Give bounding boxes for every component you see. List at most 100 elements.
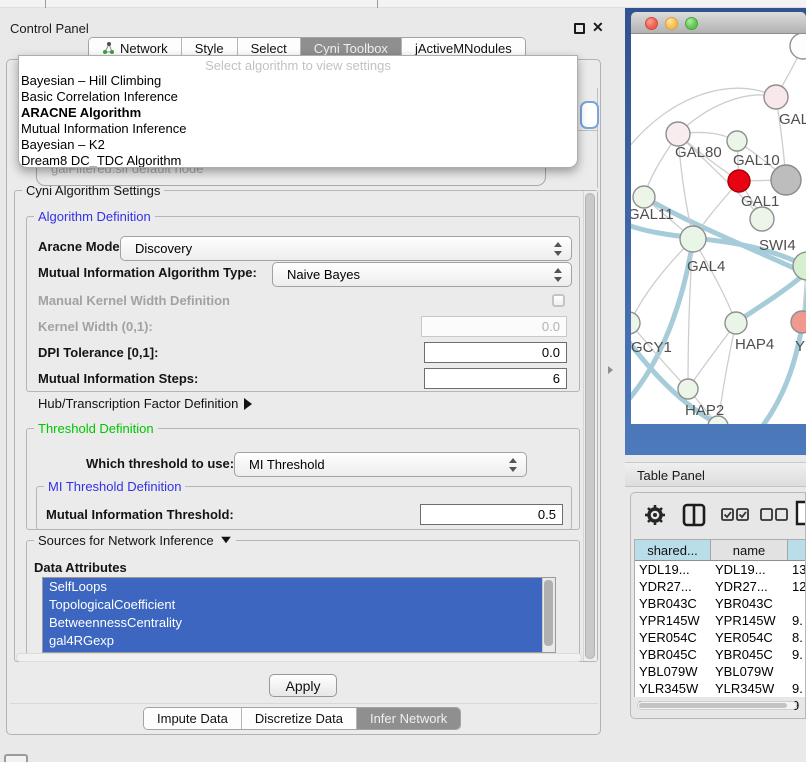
manual-kernel-checkbox[interactable] <box>552 294 565 307</box>
attribute-list-scrollbar[interactable] <box>542 578 555 652</box>
table-cell: YBL079W <box>635 663 711 680</box>
network-node[interactable] <box>728 170 750 192</box>
gear-icon[interactable] <box>644 503 666 527</box>
algorithm-option[interactable]: Bayesian – Hill Climbing <box>19 73 577 89</box>
algorithm-dropdown-popup: Select algorithm to view settings Bayesi… <box>18 55 578 168</box>
tab-impute-data[interactable]: Impute Data <box>144 708 242 729</box>
table-cell: 9. <box>788 646 806 663</box>
table-row[interactable]: YDR27...YDR27...12 <box>635 578 806 595</box>
hidden-focused-combo-fragment <box>580 101 599 129</box>
tab-infer-network[interactable]: Infer Network <box>357 708 460 729</box>
minimize-traffic-light[interactable] <box>665 17 678 30</box>
table-cell: YDR27... <box>711 578 788 595</box>
network-edge[interactable] <box>678 95 776 134</box>
network-graph[interactable]: GALGAL80GAL10GAL1GAL11GAL4SWI4GCY1HAP4YH… <box>631 34 806 424</box>
table-row[interactable]: YBL079WYBL079W <box>635 663 806 680</box>
table-cell: YER054C <box>711 629 788 646</box>
table-cell: YBR043C <box>635 595 711 612</box>
tab-label: jActiveMNodules <box>415 41 512 56</box>
table-cell: YPR145W <box>635 612 711 629</box>
spinner-arrows-icon <box>554 268 562 282</box>
algorithm-option[interactable]: Bayesian – K2 <box>19 137 577 153</box>
network-node-gal80[interactable] <box>666 122 690 146</box>
table-horizontal-scrollbar[interactable] <box>637 701 797 710</box>
cyni-mode-tabs: Impute DataDiscretize DataInfer Network <box>143 707 461 730</box>
horizontal-scrollbar[interactable] <box>16 653 582 662</box>
settings-scrollbar-thumb[interactable] <box>585 193 595 659</box>
table-row[interactable]: YER054CYER054C8. <box>635 629 806 646</box>
algorithm-option[interactable]: ARACNE Algorithm <box>19 105 577 121</box>
apply-button[interactable]: Apply <box>269 674 337 697</box>
tab-label: Network <box>120 41 168 56</box>
attribute-item[interactable]: SelfLoops <box>43 578 544 596</box>
hub-definition-expander[interactable]: Hub/Transcription Factor Definition <box>38 396 252 411</box>
dpi-tolerance-field[interactable]: 0.0 <box>424 342 567 363</box>
splitter-handle-icon[interactable] <box>608 366 613 374</box>
table-row[interactable]: YDL19...YDL19...13 <box>635 561 806 578</box>
node-label: GAL10 <box>733 152 780 169</box>
network-canvas[interactable]: GALGAL80GAL10GAL1GAL11GAL4SWI4GCY1HAP4YH… <box>631 34 806 424</box>
mi-steps-field[interactable]: 6 <box>424 368 567 389</box>
zoom-traffic-light[interactable] <box>685 17 698 30</box>
network-node-hap4[interactable] <box>725 312 747 334</box>
column-header[interactable]: name <box>711 540 788 561</box>
column-header[interactable]: shared... <box>635 540 711 561</box>
network-node[interactable] <box>771 165 801 195</box>
mi-threshold-label: Mutual Information Threshold: <box>46 507 234 522</box>
network-node-gcy1[interactable] <box>631 312 640 334</box>
which-threshold-combobox[interactable]: MI Threshold <box>234 452 527 477</box>
aracne-mode-combobox[interactable]: Discovery <box>120 236 572 261</box>
node-label: GAL4 <box>687 258 725 275</box>
table-panel-window: shared...name YDL19...YDL19...13YDR27...… <box>630 492 806 719</box>
network-node-gal10[interactable] <box>727 131 747 151</box>
network-node-gal4[interactable] <box>680 226 706 252</box>
network-node-hap2[interactable] <box>678 379 698 399</box>
network-node-y[interactable] <box>791 311 806 333</box>
network-node-gal11[interactable] <box>633 186 655 208</box>
algorithm-option[interactable]: Basic Correlation Inference <box>19 89 577 105</box>
toolbar-divider <box>377 0 378 8</box>
table-horizontal-scrollbar-thumb[interactable] <box>639 703 787 708</box>
table-header-row: shared...name <box>635 540 806 561</box>
network-window-titlebar[interactable] <box>631 12 806 34</box>
network-node[interactable] <box>790 34 806 59</box>
data-attributes-list[interactable]: SelfLoopsTopologicalCoefficientBetweenne… <box>42 577 556 653</box>
split-columns-icon[interactable] <box>682 503 706 527</box>
sources-group-title[interactable]: Sources for Network Inference <box>34 533 236 548</box>
mi-threshold-field[interactable]: 0.5 <box>420 504 563 525</box>
table-body: YDL19...YDL19...13YDR27...YDR27...12YBR0… <box>635 561 806 714</box>
network-node-swi4[interactable] <box>793 252 806 280</box>
algorithm-definition-title: Algorithm Definition <box>34 209 155 224</box>
close-traffic-light[interactable] <box>645 17 658 30</box>
mi-algorithm-type-combobox[interactable]: Naive Bayes <box>272 262 572 287</box>
node-table[interactable]: shared...name YDL19...YDL19...13YDR27...… <box>634 539 806 697</box>
network-view-window: GALGAL80GAL10GAL1GAL11GAL4SWI4GCY1HAP4YH… <box>625 8 806 455</box>
attribute-list-scrollbar-thumb[interactable] <box>544 580 553 646</box>
table-cell: YBR045C <box>711 646 788 663</box>
taskbar-icon[interactable] <box>4 754 28 762</box>
table-cell: YBR045C <box>635 646 711 663</box>
column-header[interactable] <box>788 540 806 561</box>
table-row[interactable]: YPR145WYPR145W9. <box>635 612 806 629</box>
algorithm-option[interactable]: Dream8 DC_TDC Algorithm <box>19 153 577 168</box>
table-row[interactable]: YBR043CYBR043C <box>635 595 806 612</box>
algorithm-option[interactable]: Mutual Information Inference <box>19 121 577 137</box>
network-icon <box>102 42 115 55</box>
table-row[interactable]: YLR345WYLR345W9. <box>635 680 806 697</box>
table-panel-titlebar: Table Panel <box>625 462 806 487</box>
checked-pair-icon[interactable] <box>721 508 749 522</box>
tab-discretize-data[interactable]: Discretize Data <box>242 708 357 729</box>
attribute-item[interactable]: gal4RGexp <box>43 632 544 650</box>
attribute-item[interactable]: TopologicalCoefficient <box>43 596 544 614</box>
float-window-icon[interactable] <box>574 23 585 34</box>
table-row[interactable]: YBR045CYBR045C9. <box>635 646 806 663</box>
kernel-width-field[interactable]: 0.0 <box>421 316 567 337</box>
network-node-gal[interactable] <box>764 85 788 109</box>
network-node-gal1[interactable] <box>750 207 774 231</box>
network-edge[interactable] <box>631 88 776 152</box>
attribute-item[interactable]: BetweennessCentrality <box>43 614 544 632</box>
network-edge[interactable] <box>693 239 736 323</box>
unchecked-pair-icon[interactable] <box>760 508 788 522</box>
document-icon[interactable] <box>794 499 806 527</box>
close-icon[interactable]: ✕ <box>592 19 604 36</box>
